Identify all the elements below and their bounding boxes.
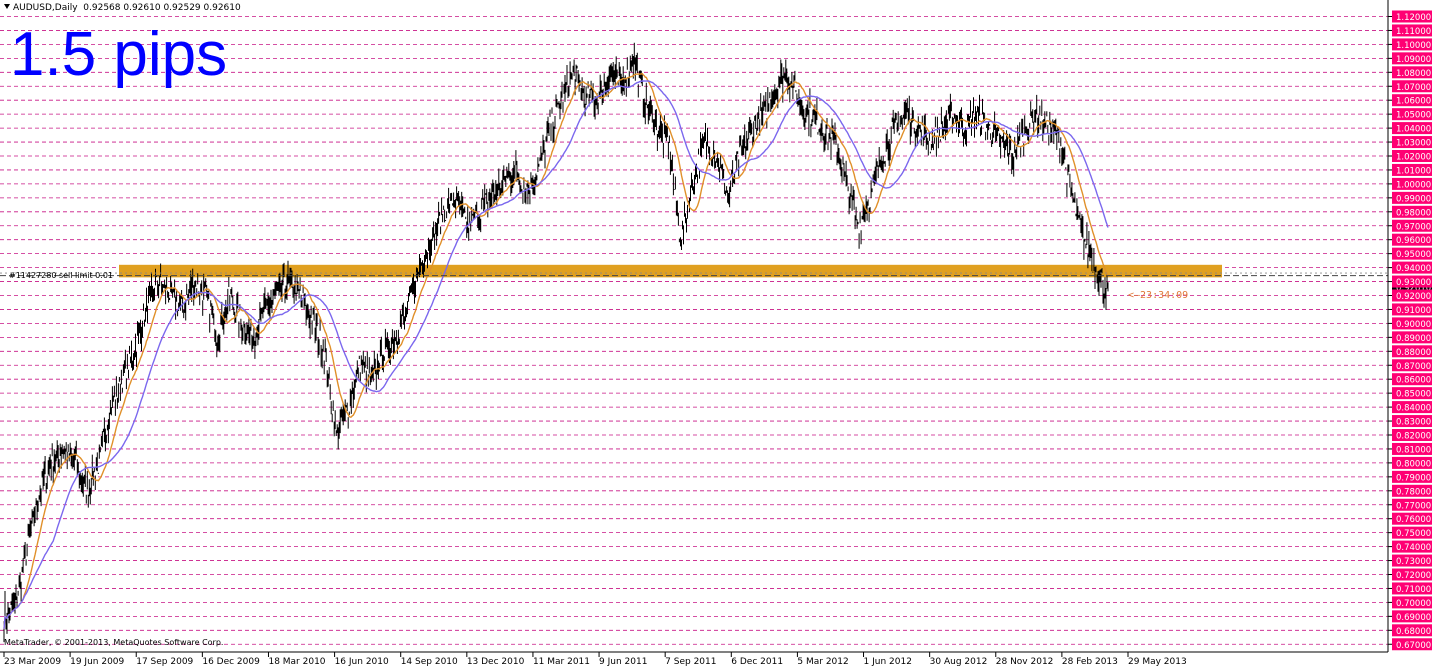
price-tick-label: 0.92000 xyxy=(1396,292,1431,302)
time-tick-label: 14 Sep 2010 xyxy=(401,657,458,667)
time-tick-label: 23 Mar 2009 xyxy=(4,657,61,667)
price-tick-label: 1.08000 xyxy=(1396,69,1431,79)
price-tick-label: 1.12000 xyxy=(1396,13,1431,23)
price-tick-label: 0.93000 xyxy=(1396,278,1431,288)
overlay-title: 1.5 pips xyxy=(10,20,228,89)
price-tick-label: 0.79000 xyxy=(1396,473,1431,483)
time-tick-label: 30 Aug 2012 xyxy=(930,657,988,667)
price-tick-label: 0.68000 xyxy=(1396,627,1431,637)
price-tick-label: 1.09000 xyxy=(1396,55,1431,65)
price-tick-label: 0.67000 xyxy=(1396,641,1431,651)
time-tick-label: 11 Mar 2011 xyxy=(533,657,590,667)
price-tick-label: 1.02000 xyxy=(1396,153,1431,163)
chevron-down-icon[interactable] xyxy=(4,4,10,9)
time-tick-label: 9 Jun 2011 xyxy=(599,657,647,667)
price-tick-label: 0.76000 xyxy=(1396,515,1431,525)
symbol-label: AUDUSD,Daily xyxy=(13,3,78,13)
price-tick-label: 0.90000 xyxy=(1396,320,1431,330)
price-tick-label: 0.98000 xyxy=(1396,208,1431,218)
price-tick-label: 0.94000 xyxy=(1396,264,1431,274)
chart-area[interactable]: 0.92610 1.120001.110001.100001.090001.08… xyxy=(0,0,1434,668)
price-tick-label: 1.06000 xyxy=(1396,97,1431,107)
price-tick-label: 0.78000 xyxy=(1396,487,1431,497)
price-tick-label: 0.75000 xyxy=(1396,529,1431,539)
price-tick-label: 1.10000 xyxy=(1396,41,1431,51)
price-tick-label: 0.86000 xyxy=(1396,376,1431,386)
time-tick-label: 17 Sep 2009 xyxy=(136,657,193,667)
price-tick-label: 0.72000 xyxy=(1396,571,1431,581)
time-tick-label: 1 Jun 2012 xyxy=(864,657,912,667)
price-tick-label: 0.88000 xyxy=(1396,348,1431,358)
price-tick-label: 0.77000 xyxy=(1396,501,1431,511)
price-tick-label: 0.87000 xyxy=(1396,362,1431,372)
time-tick-label: 28 Feb 2013 xyxy=(1062,657,1118,667)
price-tick-label: 1.00000 xyxy=(1396,180,1431,190)
price-tick-label: 0.84000 xyxy=(1396,404,1431,414)
sell-limit-order-label[interactable]: #11427280 sell limit 0.01 xyxy=(9,271,113,280)
price-tick-label: 0.69000 xyxy=(1396,613,1431,623)
price-tick-label: 0.73000 xyxy=(1396,557,1431,567)
ohlc-values: 0.92568 0.92610 0.92529 0.92610 xyxy=(83,3,241,13)
candle-countdown: <—23:34:09 xyxy=(1128,290,1189,301)
price-tick-label: 0.85000 xyxy=(1396,390,1431,400)
time-tick-label: 13 Dec 2010 xyxy=(467,657,525,667)
price-tick-label: 0.96000 xyxy=(1396,236,1431,246)
time-tick-label: 6 Dec 2011 xyxy=(731,657,783,667)
time-tick-label: 16 Dec 2009 xyxy=(202,657,260,667)
price-tick-label: 0.95000 xyxy=(1396,250,1431,260)
price-tick-label: 0.91000 xyxy=(1396,306,1431,316)
price-tick-label: 0.71000 xyxy=(1396,585,1431,595)
price-tick-label: 0.89000 xyxy=(1396,334,1431,344)
price-tick-label: 1.07000 xyxy=(1396,83,1431,93)
copyright-text: MetaTrader, © 2001-2013, MetaQuotes Soft… xyxy=(4,638,224,647)
time-tick-label: 19 Jun 2009 xyxy=(70,657,124,667)
time-tick-label: 28 Nov 2012 xyxy=(996,657,1054,667)
price-tick-label: 1.01000 xyxy=(1396,166,1431,176)
price-tick-label: 1.11000 xyxy=(1396,27,1431,37)
price-tick-label: 0.82000 xyxy=(1396,432,1431,442)
price-tick-label: 1.04000 xyxy=(1396,125,1431,135)
time-tick-label: 29 May 2013 xyxy=(1128,657,1187,667)
price-tick-label: 0.83000 xyxy=(1396,418,1431,428)
price-tick-label: 0.97000 xyxy=(1396,222,1431,232)
price-tick-label: 0.74000 xyxy=(1396,543,1431,553)
price-tick-label: 0.81000 xyxy=(1396,445,1431,455)
time-tick-label: 18 Mar 2010 xyxy=(268,657,325,667)
price-tick-label: 1.03000 xyxy=(1396,139,1431,149)
price-tick-label: 0.99000 xyxy=(1396,194,1431,204)
chart-header[interactable]: AUDUSD,Daily 0.92568 0.92610 0.92529 0.9… xyxy=(4,3,241,13)
price-tick-label: 0.70000 xyxy=(1396,599,1431,609)
time-tick-label: 5 Mar 2012 xyxy=(797,657,848,667)
time-tick-label: 16 Jun 2010 xyxy=(335,657,389,667)
price-tick-label: 1.05000 xyxy=(1396,111,1431,121)
price-tick-label: 0.80000 xyxy=(1396,459,1431,469)
time-tick-label: 7 Sep 2011 xyxy=(665,657,716,667)
